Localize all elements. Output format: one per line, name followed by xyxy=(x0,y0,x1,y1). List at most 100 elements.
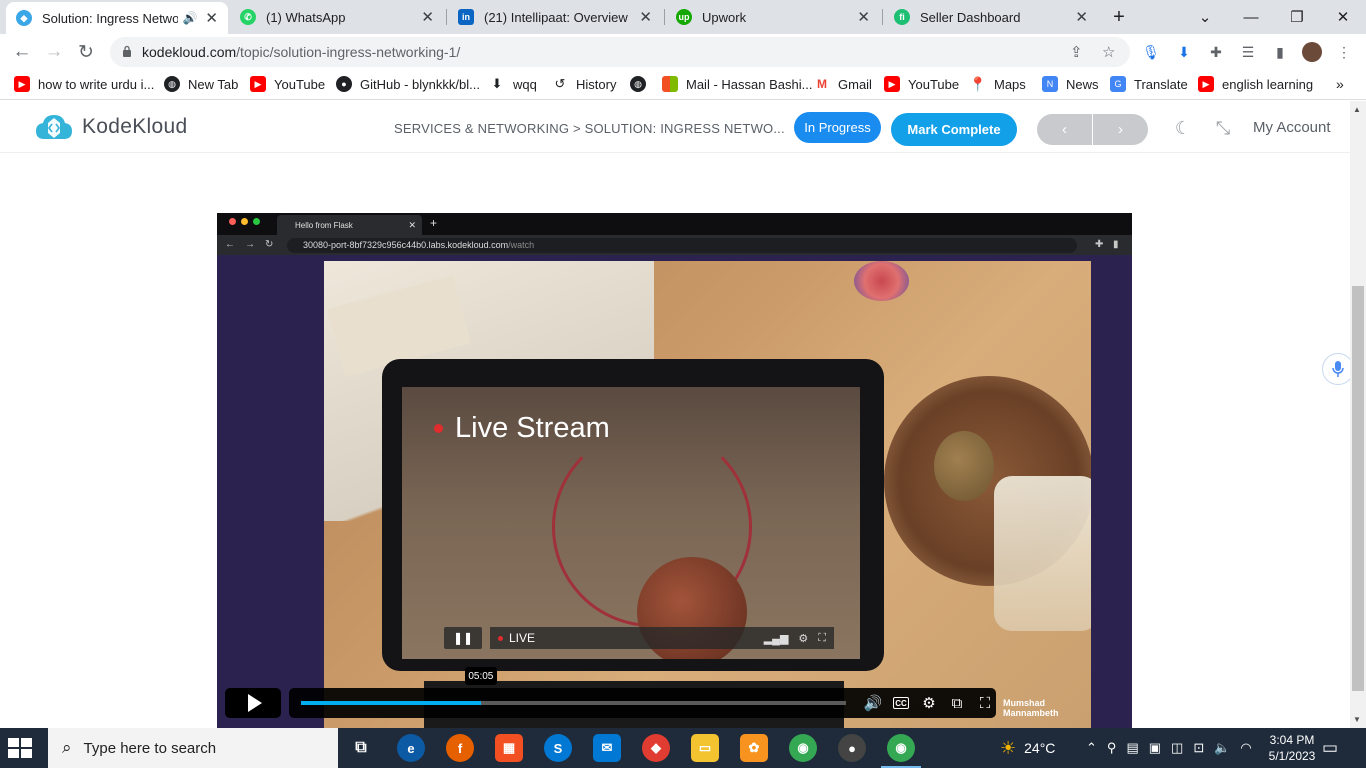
seek-bar[interactable]: 05:05 xyxy=(301,667,846,705)
close-tab-icon[interactable]: ✕ xyxy=(857,8,870,26)
tab-search-icon[interactable]: ⌄ xyxy=(1182,0,1228,34)
chrome-icon[interactable]: ◉ xyxy=(789,734,817,762)
picture-in-picture-icon[interactable]: ⧉ xyxy=(946,693,968,713)
my-account-link[interactable]: My Account xyxy=(1253,119,1331,136)
system-clock[interactable]: 3:04 PM 5/1/2023 xyxy=(1260,732,1324,764)
windows-start-icon[interactable] xyxy=(8,738,32,758)
network-adapter-icon[interactable]: ⚲ xyxy=(1107,740,1117,756)
tray-app-icon[interactable]: ▣ xyxy=(1149,740,1161,756)
skype-icon[interactable]: S xyxy=(544,734,572,762)
volume-icon[interactable]: 🔊 xyxy=(862,693,884,713)
address-bar[interactable]: kodekloud.com/topic/solution-ingress-net… xyxy=(110,37,1130,67)
signal-icon: ▂▄▆ xyxy=(763,632,789,645)
show-hidden-icons-chevron-icon[interactable]: ⌃ xyxy=(1086,740,1097,756)
edge-icon[interactable]: e xyxy=(397,734,425,762)
bookmark-item[interactable]: ▶ YouTube xyxy=(250,76,325,92)
bookmark-item[interactable]: ◍ New Tab xyxy=(164,76,238,92)
extensions-puzzle-icon[interactable]: ✚ xyxy=(1206,42,1226,62)
mail-icon[interactable]: ✉ xyxy=(593,734,621,762)
minimize-button[interactable]: — xyxy=(1228,0,1274,34)
bookmark-star-icon[interactable]: ☆ xyxy=(1102,43,1115,61)
youtube-icon: ▶ xyxy=(250,76,266,92)
obs-icon[interactable]: ● xyxy=(838,734,866,762)
video-player[interactable]: Hello from Flask ✕ + ← → ↻ 30080-port-8b… xyxy=(217,213,1132,728)
file-explorer-icon[interactable]: ▭ xyxy=(691,734,719,762)
bookmark-item[interactable]: ● GitHub - blynkkk/bl... xyxy=(336,76,480,92)
speaker-icon[interactable]: 🔊 xyxy=(182,11,197,25)
share-icon[interactable]: ⇪ xyxy=(1070,43,1083,61)
bookmark-item[interactable]: ▶ english learning xyxy=(1198,76,1313,92)
microsoft-store-icon[interactable]: ▦ xyxy=(495,734,523,762)
close-tab-icon[interactable]: ✕ xyxy=(205,9,218,27)
scroll-thumb[interactable] xyxy=(1352,286,1364,691)
chrome-active-icon[interactable]: ◉ xyxy=(887,734,915,762)
previous-lesson-button[interactable]: ‹ xyxy=(1037,114,1092,145)
tab-seller-dashboard[interactable]: fi Seller Dashboard ✕ xyxy=(884,0,1098,34)
new-tab-button[interactable]: + xyxy=(1096,0,1142,34)
reload-button[interactable]: ↻ xyxy=(72,38,100,66)
mark-complete-button[interactable]: Mark Complete xyxy=(891,113,1017,146)
collapse-icon[interactable]: ⤡ xyxy=(1210,115,1236,141)
voice-extension-icon[interactable]: 🎙 xyxy=(1141,42,1161,62)
bookmark-item[interactable]: ◍ xyxy=(630,76,654,92)
fullscreen-button[interactable]: ⛶ xyxy=(974,693,996,713)
bookmark-item[interactable]: N News xyxy=(1042,76,1099,92)
more-bookmarks-icon[interactable]: » xyxy=(1336,76,1344,92)
taskbar-search[interactable]: ⌕ Type here to search xyxy=(48,728,338,768)
anydesk-icon[interactable]: ◆ xyxy=(642,734,670,762)
side-panel-icon[interactable]: ▮ xyxy=(1270,42,1290,62)
close-window-button[interactable]: ✕ xyxy=(1320,0,1366,34)
dark-mode-icon[interactable]: ☾ xyxy=(1170,115,1196,141)
next-lesson-button[interactable]: › xyxy=(1093,114,1148,145)
bookmark-item[interactable]: M Gmail xyxy=(814,76,872,92)
back-button[interactable]: ← xyxy=(8,38,36,66)
settings-icon: ⚙ xyxy=(798,632,809,645)
forward-button[interactable]: → xyxy=(40,38,68,66)
bookmark-item[interactable]: ▶ YouTube xyxy=(884,76,959,92)
reading-list-icon[interactable]: ☰ xyxy=(1238,42,1258,62)
close-tab-icon[interactable]: ✕ xyxy=(639,8,652,26)
tray-app-icon[interactable]: ◫ xyxy=(1171,740,1183,756)
scroll-down-icon[interactable]: ▼ xyxy=(1353,715,1361,724)
bookmark-item[interactable]: G Translate xyxy=(1110,76,1188,92)
tab-whatsapp[interactable]: ✆ (1) WhatsApp ✕ xyxy=(230,0,444,34)
captions-button[interactable]: CC xyxy=(890,693,912,713)
download-extension-icon[interactable]: ⬇ xyxy=(1174,42,1194,62)
weather-widget[interactable]: ☀ 24°C xyxy=(1000,728,1055,768)
tab-title: (21) Intellipaat: Overview | Lin xyxy=(484,9,631,25)
breadcrumb[interactable]: SERVICES & NETWORKING > SOLUTION: INGRES… xyxy=(394,121,785,136)
tab-kodekloud[interactable]: ◆ Solution: Ingress Networ 🔊 ✕ xyxy=(6,2,228,34)
kodekloud-logo[interactable]: KodeKloud xyxy=(34,113,187,141)
in-progress-button[interactable]: In Progress xyxy=(794,112,881,143)
page-scrollbar[interactable]: ▲ ▼ xyxy=(1350,101,1366,728)
tray-app-icon[interactable]: ▤ xyxy=(1126,740,1138,756)
url-text: kodekloud.com/topic/solution-ingress-net… xyxy=(142,44,461,60)
speaker-icon[interactable]: 🔈 xyxy=(1214,740,1230,756)
tab-linkedin[interactable]: in (21) Intellipaat: Overview | Lin ✕ xyxy=(448,0,662,34)
close-tab-icon[interactable]: ✕ xyxy=(421,8,434,26)
play-button[interactable] xyxy=(225,688,281,718)
close-tab-icon[interactable]: ✕ xyxy=(1075,8,1088,26)
settings-app-icon[interactable]: ✿ xyxy=(740,734,768,762)
bookmark-item[interactable]: ⬇ wqq xyxy=(489,76,537,92)
menu-kebab-icon[interactable]: ⋮ xyxy=(1334,42,1354,62)
bookmark-item[interactable]: ↺ History xyxy=(552,76,617,92)
browser-toolbar: ← → ↻ kodekloud.com/topic/solution-ingre… xyxy=(0,34,1366,70)
tray-app-icon[interactable]: ⊡ xyxy=(1193,740,1204,756)
bookmark-item[interactable]: Mail - Hassan Bashi... xyxy=(662,76,812,92)
firefox-icon[interactable]: f xyxy=(446,734,474,762)
history-icon: ↺ xyxy=(554,76,566,91)
bookmark-item[interactable]: 📍 Maps xyxy=(969,76,1026,92)
notifications-icon[interactable]: ▭ xyxy=(1322,728,1338,768)
scroll-up-icon[interactable]: ▲ xyxy=(1353,105,1361,114)
kodekloud-header: KodeKloud SERVICES & NETWORKING > SOLUTI… xyxy=(0,101,1350,153)
restore-button[interactable]: ❐ xyxy=(1274,0,1320,34)
github-icon: ● xyxy=(336,76,352,92)
wifi-icon[interactable]: ◠ xyxy=(1240,740,1251,756)
profile-avatar[interactable] xyxy=(1302,42,1322,62)
settings-gear-icon[interactable]: ⚙ xyxy=(918,693,940,713)
tab-upwork[interactable]: up Upwork ✕ xyxy=(666,0,880,34)
bookmark-item[interactable]: ▶ how to write urdu i... xyxy=(14,76,154,92)
play-icon xyxy=(247,694,262,712)
task-view-icon[interactable]: ⧉ xyxy=(347,734,375,762)
